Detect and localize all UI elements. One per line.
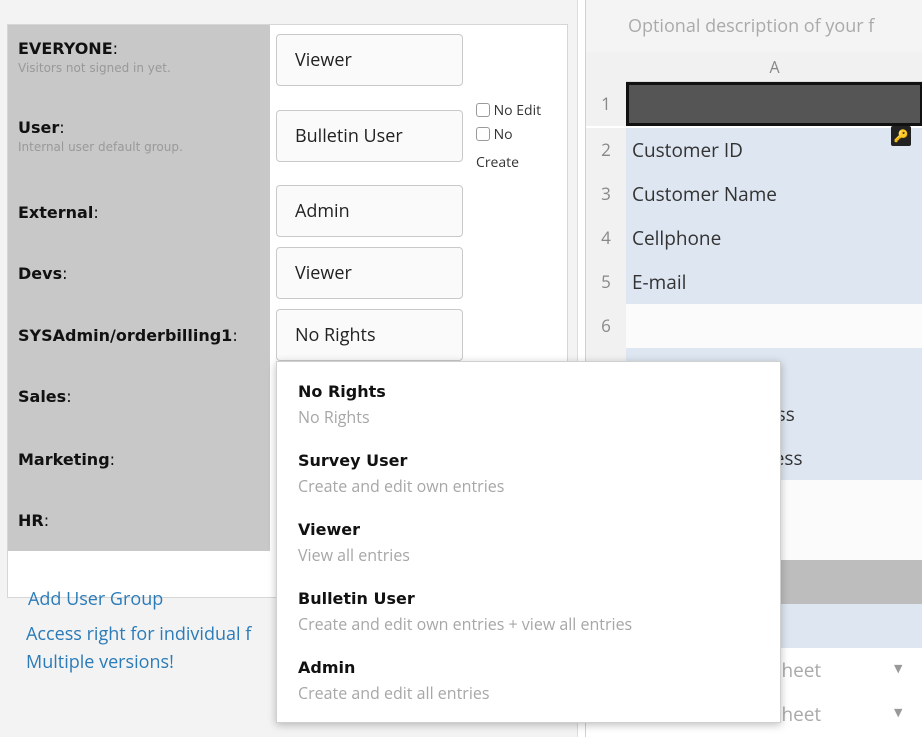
group-everyone: EVERYONE: Visitors not signed in yet. xyxy=(18,39,171,75)
sheet-cell[interactable] xyxy=(626,304,922,348)
group-marketing: Marketing: xyxy=(18,450,116,469)
access-right-link[interactable]: Access right for individual f Multiple v… xyxy=(26,620,251,676)
chevron-down-icon[interactable]: ▼ xyxy=(894,661,902,676)
role-select-devs[interactable]: Viewer xyxy=(276,247,463,299)
dropdown-option-admin[interactable]: Admin Create and edit all entries xyxy=(298,658,489,704)
group-user: User: Internal user default group. xyxy=(18,118,183,154)
no-create-option[interactable]: No xyxy=(476,125,513,144)
row-header: 5 xyxy=(586,260,626,304)
column-header-a[interactable]: A xyxy=(626,52,922,82)
sheet-cell[interactable]: E-mail xyxy=(626,260,922,304)
dropdown-option-no-rights[interactable]: No Rights No Rights xyxy=(298,382,386,428)
no-edit-option[interactable]: No Edit xyxy=(476,101,541,120)
group-devs: Devs: xyxy=(18,264,68,283)
no-create-label-2: Create xyxy=(476,153,520,172)
group-list: EVERYONE: Visitors not signed in yet. Us… xyxy=(8,25,270,551)
sheet-cell[interactable] xyxy=(626,82,922,126)
role-select-external[interactable]: Admin xyxy=(276,185,463,237)
group-external: External: xyxy=(18,203,99,222)
row-header: 3 xyxy=(586,172,626,216)
dropdown-option-bulletin-user[interactable]: Bulletin User Create and edit own entrie… xyxy=(298,589,632,635)
group-name: User xyxy=(18,118,60,137)
group-hr: HR: xyxy=(18,511,50,530)
row-header: 2 xyxy=(586,128,626,172)
role-dropdown-menu: No Rights No Rights Survey User Create a… xyxy=(276,361,781,723)
no-create-label-1: No xyxy=(493,125,513,144)
add-user-group-link[interactable]: Add User Group xyxy=(28,587,163,611)
role-select-user[interactable]: Bulletin User xyxy=(276,110,463,162)
group-name: HR xyxy=(18,511,44,530)
group-name: SYSAdmin/orderbilling1 xyxy=(18,326,233,345)
group-name: External xyxy=(18,203,94,222)
sheet-description-input[interactable]: Optional description of your f xyxy=(586,0,922,52)
corner-cell xyxy=(586,52,626,82)
row-header: 4 xyxy=(586,216,626,260)
dropdown-option-survey-user[interactable]: Survey User Create and edit own entries xyxy=(298,451,504,497)
group-desc: Visitors not signed in yet. xyxy=(18,61,171,75)
dropdown-option-viewer[interactable]: Viewer View all entries xyxy=(298,520,410,566)
role-select-sysadmin[interactable]: No Rights xyxy=(276,309,463,361)
row-header: 6 xyxy=(586,304,626,348)
group-name: Sales xyxy=(18,387,67,406)
group-name: Devs xyxy=(18,264,63,283)
group-sysadmin: SYSAdmin/orderbilling1: xyxy=(18,326,238,345)
no-edit-label: No Edit xyxy=(493,101,542,120)
group-name: Marketing xyxy=(18,450,110,469)
key-icon[interactable]: 🔑 xyxy=(891,126,911,146)
row-header: 1 xyxy=(586,82,626,126)
sheet-cell[interactable]: Cellphone xyxy=(626,216,922,260)
sheet-cell[interactable]: Customer Name xyxy=(626,172,922,216)
no-create-checkbox[interactable] xyxy=(476,127,490,141)
group-desc: Internal user default group. xyxy=(18,140,183,154)
role-select-everyone[interactable]: Viewer xyxy=(276,34,463,86)
group-sales: Sales: xyxy=(18,387,72,406)
chevron-down-icon[interactable]: ▼ xyxy=(894,705,902,720)
group-name: EVERYONE xyxy=(18,39,113,58)
no-edit-checkbox[interactable] xyxy=(476,103,490,117)
sheet-cell[interactable]: Customer ID xyxy=(626,128,922,172)
